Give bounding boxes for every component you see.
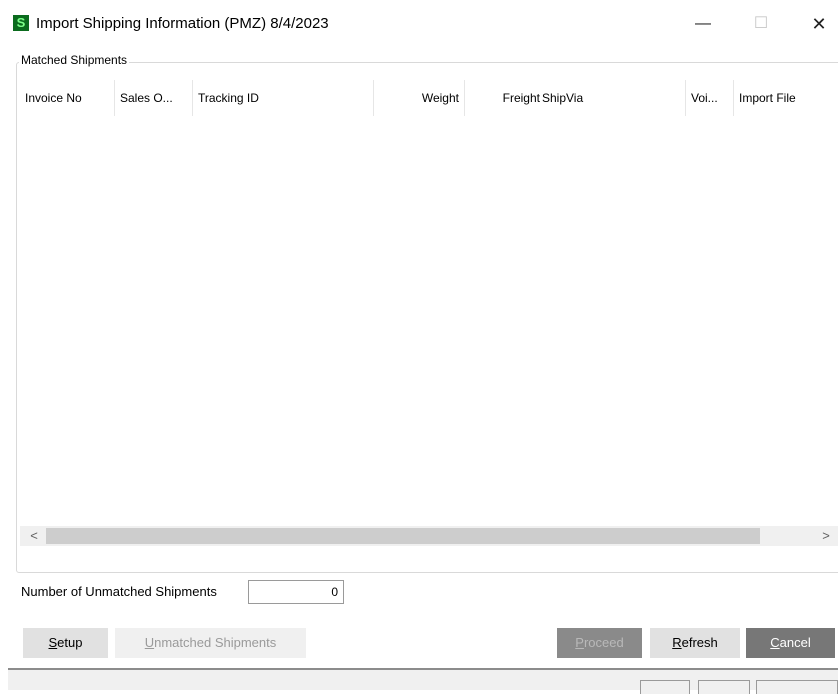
scroll-thumb[interactable]	[46, 528, 760, 544]
status-bar	[8, 668, 838, 694]
unmatched-button-label: nmatched Shipments	[154, 635, 277, 650]
refresh-label: efresh	[681, 635, 718, 650]
proceed-button[interactable]: Proceed	[557, 628, 642, 658]
cancel-button[interactable]: Cancel	[746, 628, 835, 658]
title-bar: S Import Shipping Information (PMZ) 8/4/…	[0, 0, 838, 52]
column-header-shipvia[interactable]: ShipVia	[537, 80, 685, 116]
cancel-label: ancel	[779, 635, 811, 650]
setup-button[interactable]: Setup	[23, 628, 108, 658]
unmatched-shipments-label: Number of Unmatched Shipments	[21, 584, 217, 599]
unmatched-mnemonic: U	[144, 635, 155, 650]
unmatched-shipments-count: 0	[248, 580, 344, 604]
column-header-weight[interactable]: Weight	[374, 80, 464, 116]
column-header-import-file[interactable]: Import File	[734, 80, 838, 116]
scroll-right-icon[interactable]: >	[816, 526, 836, 546]
column-header-tracking-id[interactable]: Tracking ID	[193, 80, 373, 116]
scroll-left-icon[interactable]: <	[24, 526, 44, 546]
status-panel	[756, 680, 838, 694]
setup-label: etup	[57, 635, 83, 650]
refresh-button[interactable]: Refresh	[650, 628, 740, 658]
status-panel	[698, 680, 750, 694]
column-header-sales-order[interactable]: Sales O...	[115, 80, 193, 116]
horizontal-scrollbar[interactable]: < >	[20, 526, 838, 546]
refresh-mnemonic: R	[672, 635, 682, 650]
column-header-invoice-no[interactable]: Invoice No	[20, 80, 114, 116]
proceed-mnemonic: P	[575, 635, 584, 650]
app-icon: S	[13, 15, 29, 31]
column-header-freight[interactable]: Freight	[465, 80, 545, 116]
close-button[interactable]: ✕	[796, 9, 838, 39]
matched-shipments-list[interactable]: Invoice No Sales O... Tracking ID Weight…	[20, 80, 838, 550]
maximize-button[interactable]: ☐	[738, 9, 784, 39]
unmatched-shipments-button[interactable]: Unmatched Shipments	[115, 628, 306, 658]
column-header-void[interactable]: Voi...	[686, 80, 734, 116]
minimize-button[interactable]: —	[680, 9, 726, 39]
window-title: Import Shipping Information (PMZ) 8/4/20…	[36, 15, 329, 32]
setup-mnemonic: S	[48, 635, 58, 650]
matched-shipments-label: Matched Shipments	[19, 53, 130, 67]
proceed-label: roceed	[583, 635, 624, 650]
status-panel	[640, 680, 690, 694]
cancel-mnemonic: C	[770, 635, 780, 650]
